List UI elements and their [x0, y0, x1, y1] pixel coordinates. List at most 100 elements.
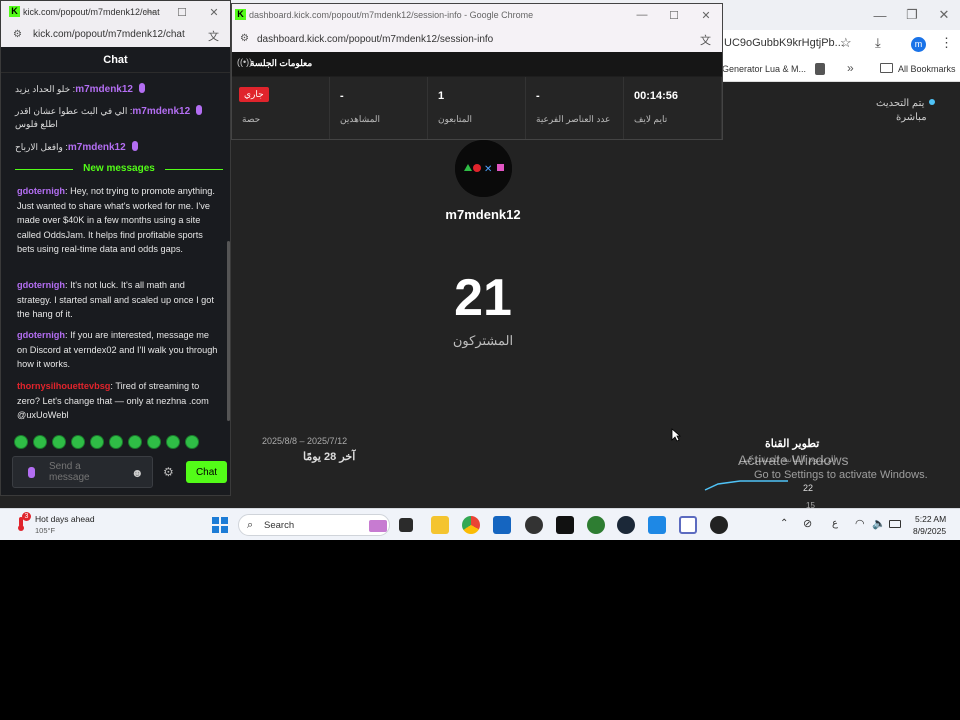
task-view-icon[interactable] — [399, 518, 413, 532]
search-placeholder: Search — [264, 520, 295, 531]
chat-header: Chat — [1, 47, 230, 73]
download-icon[interactable]: ⤓ — [875, 35, 881, 51]
chat-username[interactable]: gdoternigh — [17, 186, 65, 196]
emote-icon[interactable] — [166, 435, 180, 449]
subscriber-count: 21 — [454, 269, 512, 327]
translate-icon[interactable]: 文 — [700, 32, 711, 48]
date-range: 2025/8/8 – 2025/7/12 — [262, 436, 348, 446]
date-period-selector[interactable]: آخر 28 يومًا — [303, 450, 355, 463]
activate-windows-subtext: Go to Settings to activate Windows. — [754, 469, 928, 481]
chat-username[interactable]: m7mdenk12 — [75, 84, 133, 95]
session-url-text[interactable]: dashboard.kick.com/popout/m7mdenk12/sess… — [257, 34, 493, 45]
app-icon[interactable] — [525, 516, 543, 534]
bookmark-star-icon[interactable]: ☆ — [840, 35, 852, 51]
translate-icon[interactable]: 文 — [208, 28, 219, 44]
site-settings-icon[interactable]: ⚙ — [13, 29, 22, 40]
chat-window: K kick.com/popout/m7mdenk12/chat — ☐ ✕ ⚙… — [0, 0, 231, 496]
stat-label: عدد العناصر الفرعية — [536, 114, 611, 124]
tray-overflow-icon[interactable]: ⌃ — [780, 518, 788, 529]
update-status-sub: مباشرة — [896, 112, 927, 123]
clock-date[interactable]: 8/9/2025 — [913, 526, 946, 536]
minimize-icon[interactable]: — — [864, 0, 896, 30]
session-info-header: ((•)) معلومات الجلسة — [232, 52, 722, 76]
bookmarks-overflow-icon[interactable]: » — [847, 61, 854, 75]
minimize-icon[interactable]: — — [626, 4, 658, 26]
stat-live-time: 00:14:56 تايم لايف — [624, 77, 722, 139]
emoji-picker-icon[interactable]: ☻ — [131, 466, 144, 480]
update-status-text: يتم التحديث — [876, 98, 925, 109]
restore-icon[interactable]: ❐ — [896, 0, 928, 30]
chat-message-text: : وافعل الارباح — [15, 142, 68, 152]
taskbar-search[interactable]: ⌕ Search — [238, 514, 390, 536]
subscriber-label: المشتركون — [452, 333, 514, 348]
stat-value: 00:14:56 — [634, 90, 679, 102]
volume-icon[interactable]: 🔈 — [872, 517, 886, 530]
chrome-icon[interactable] — [462, 516, 480, 534]
chat-username[interactable]: thornysilhouettevbsg — [17, 381, 110, 391]
bookmark-page-icon[interactable] — [815, 63, 825, 75]
stat-value: - — [340, 90, 344, 102]
chat-message-input[interactable] — [49, 461, 119, 483]
desktop-screen: — ❐ ✕ UC9oGubbK9krHgtjPb... ☆ ⤓ m ⋮ Gene… — [0, 0, 960, 540]
chat-message: m7mdenk12: وافعل الارباح — [15, 141, 221, 153]
session-window-title: dashboard.kick.com/popout/m7mdenk12/sess… — [249, 10, 534, 20]
chat-message: m7mdenk12: الي في البث عطوا عشان اقدر اط… — [15, 105, 221, 131]
close-icon[interactable]: ✕ — [928, 0, 960, 30]
profile-avatar[interactable]: m — [911, 37, 926, 52]
chat-scrollbar[interactable] — [227, 241, 230, 421]
channel-growth-title: تطوير القناة — [765, 438, 820, 450]
emote-icon[interactable] — [128, 435, 142, 449]
emote-icon[interactable] — [147, 435, 161, 449]
weather-title[interactable]: Hot days ahead — [35, 514, 95, 524]
media-player-icon[interactable] — [710, 516, 728, 534]
battery-icon[interactable] — [889, 520, 901, 528]
maximize-icon[interactable]: ☐ — [166, 1, 198, 23]
new-messages-text-wrap: New messages — [15, 163, 223, 174]
chat-username[interactable]: m7mdenk12 — [68, 142, 126, 153]
app-m-icon[interactable] — [587, 516, 605, 534]
windows-start-button[interactable] — [212, 517, 228, 533]
minimize-icon[interactable]: — — [134, 1, 166, 23]
chat-url-text[interactable]: kick.com/popout/m7mdenk12/chat — [33, 29, 185, 40]
chat-send-button[interactable]: Chat — [186, 461, 227, 483]
epic-games-icon[interactable] — [556, 516, 574, 534]
network-icon[interactable]: ⊘ — [803, 517, 812, 530]
stat-label: حصة — [242, 114, 261, 124]
steam-icon[interactable] — [617, 516, 635, 534]
start-tile — [221, 517, 228, 524]
chat-username[interactable]: gdoternigh — [17, 330, 65, 340]
browser-menu-icon[interactable]: ⋮ — [940, 35, 953, 51]
file-explorer-icon[interactable] — [431, 516, 449, 534]
site-settings-icon[interactable]: ⚙ — [240, 33, 249, 44]
main-window-controls: — ❐ ✕ — [864, 0, 960, 30]
emote-icon[interactable] — [109, 435, 123, 449]
app-e-icon[interactable] — [648, 516, 666, 534]
store-icon[interactable] — [493, 516, 511, 534]
close-icon[interactable]: ✕ — [690, 4, 722, 26]
close-icon[interactable]: ✕ — [198, 1, 230, 23]
chat-username[interactable]: m7mdenk12 — [132, 106, 190, 117]
clock-time[interactable]: 5:22 AM — [915, 514, 946, 524]
emote-icon[interactable] — [14, 435, 28, 449]
input-language[interactable]: ع — [832, 518, 838, 529]
chat-username[interactable]: gdoternigh — [17, 280, 65, 290]
bookmark-item[interactable]: Generator Lua & M... — [722, 64, 806, 74]
emote-icon[interactable] — [71, 435, 85, 449]
emote-bar — [14, 435, 224, 451]
stat-followers: 1 المتابعون — [428, 77, 526, 139]
start-tile — [221, 526, 228, 533]
session-url-bar: ⚙ dashboard.kick.com/popout/m7mdenk12/se… — [232, 26, 722, 52]
session-info-title: معلومات الجلسة — [250, 58, 313, 68]
snipping-tool-icon[interactable] — [679, 516, 697, 534]
chat-settings-gear-icon[interactable]: ⚙ — [163, 465, 174, 479]
maximize-icon[interactable]: ☐ — [658, 4, 690, 26]
all-bookmarks-button[interactable]: All Bookmarks — [880, 63, 956, 74]
emote-icon[interactable] — [185, 435, 199, 449]
emote-icon[interactable] — [52, 435, 66, 449]
wifi-icon[interactable]: ◠ — [855, 517, 865, 530]
main-url-text[interactable]: UC9oGubbK9krHgtjPb... — [724, 37, 844, 49]
emote-icon[interactable] — [90, 435, 104, 449]
mic-icon — [196, 105, 203, 115]
start-tile — [212, 526, 219, 533]
emote-icon[interactable] — [33, 435, 47, 449]
